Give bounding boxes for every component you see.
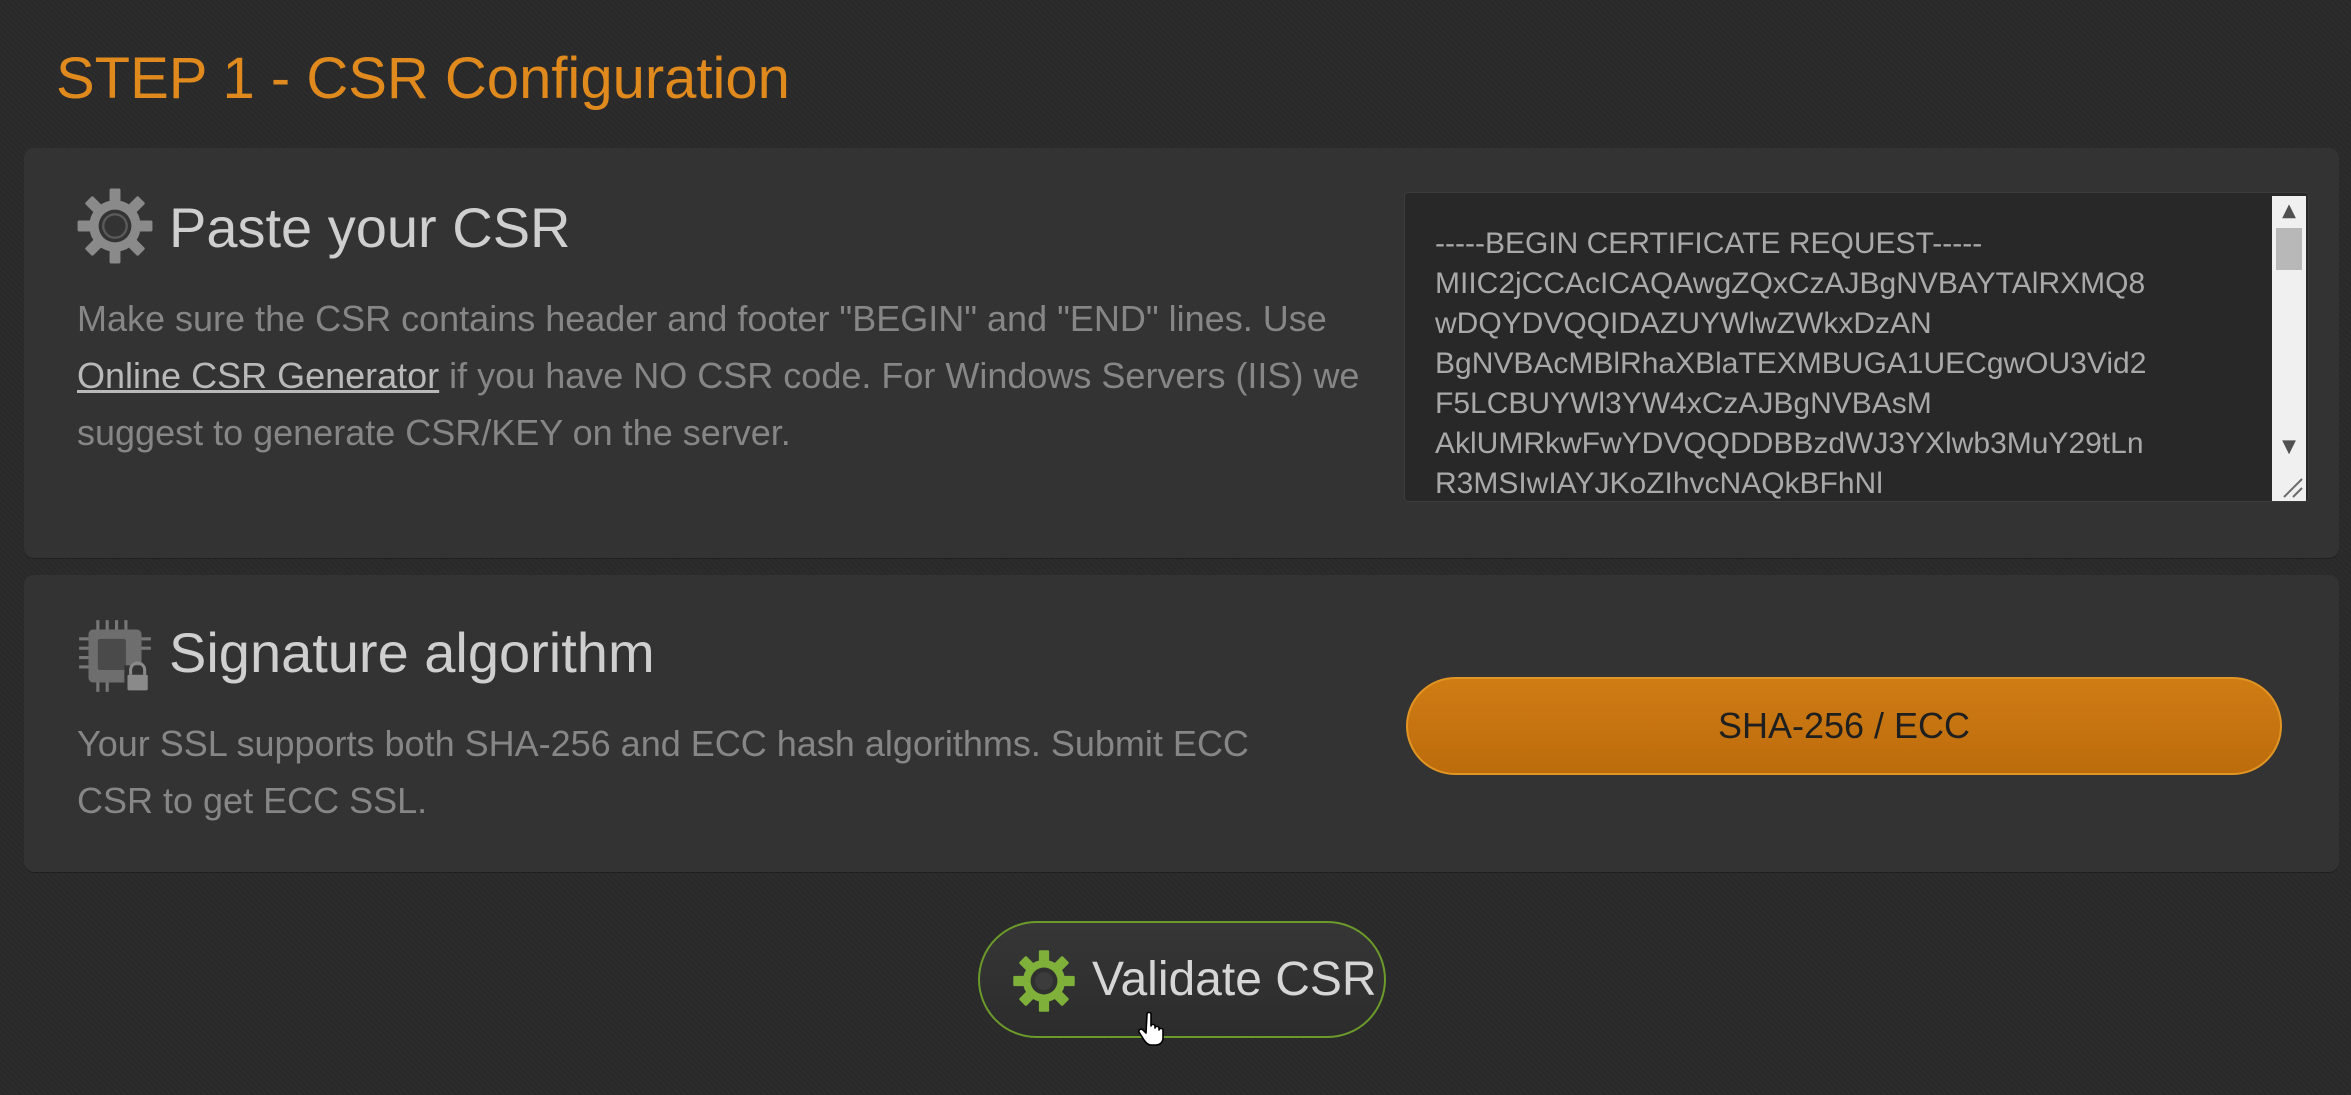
signature-algorithm-button[interactable]: SHA-256 / ECC xyxy=(1406,677,2282,775)
csr-section-description: Make sure the CSR contains header and fo… xyxy=(77,290,1397,461)
chip-lock-icon xyxy=(76,617,154,695)
csr-section-title: Paste your CSR xyxy=(169,196,571,259)
signature-section-description: Your SSL supports both SHA-256 and ECC h… xyxy=(77,723,1249,821)
csr-textarea[interactable]: -----BEGIN CERTIFICATE REQUEST----- MIIC… xyxy=(1405,193,2275,501)
page-title: STEP 1 - CSR Configuration xyxy=(56,46,790,111)
signature-section-title: Signature algorithm xyxy=(169,621,655,684)
resize-handle-icon[interactable] xyxy=(2272,471,2306,501)
scroll-up-arrow-icon[interactable]: ▲ xyxy=(2272,196,2306,226)
csr-scrollbar[interactable]: ▲ ▼ xyxy=(2272,196,2306,501)
csr-textarea-container: -----BEGIN CERTIFICATE REQUEST----- MIIC… xyxy=(1404,192,2309,502)
validate-csr-label: Validate CSR xyxy=(1092,953,1377,1006)
scroll-down-arrow-icon[interactable]: ▼ xyxy=(2272,432,2306,462)
gear-icon xyxy=(1012,949,1076,1013)
scroll-thumb[interactable] xyxy=(2276,228,2302,270)
validate-csr-button[interactable]: Validate CSR xyxy=(978,921,1386,1038)
signature-panel: Signature algorithm Your SSL supports bo… xyxy=(24,575,2339,872)
gear-icon xyxy=(76,187,154,265)
online-csr-generator-link[interactable]: Online CSR Generator xyxy=(77,355,439,396)
csr-desc-text-1: Make sure the CSR contains header and fo… xyxy=(77,298,1327,339)
csr-panel: Paste your CSR Make sure the CSR contain… xyxy=(24,148,2339,558)
